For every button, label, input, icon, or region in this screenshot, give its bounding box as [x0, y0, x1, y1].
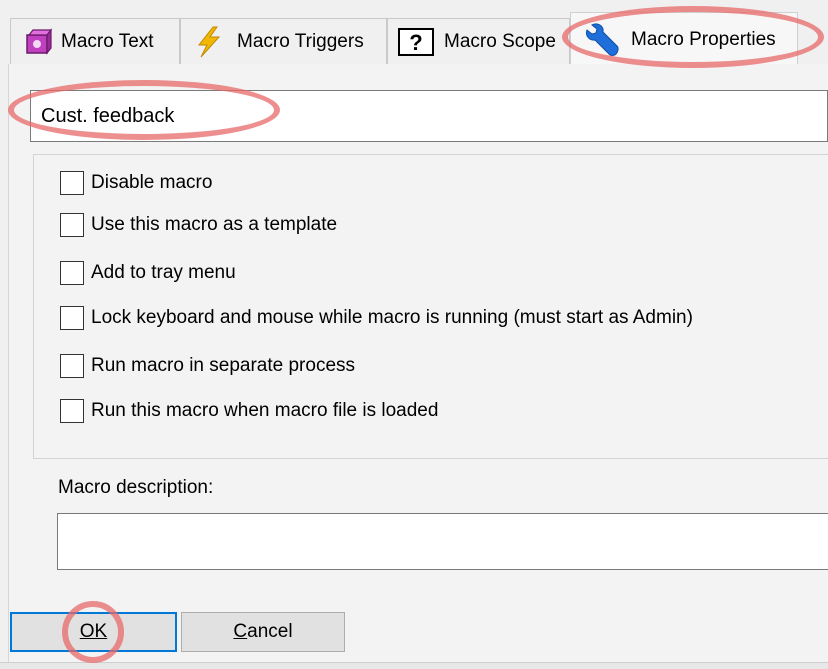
ok-button-label: OK	[79, 621, 108, 642]
option-run-when-loaded[interactable]: Run this macro when macro file is loaded	[60, 399, 438, 423]
checkbox[interactable]	[60, 306, 84, 330]
option-use-as-template[interactable]: Use this macro as a template	[60, 213, 337, 237]
option-add-to-tray-menu[interactable]: Add to tray menu	[60, 261, 236, 285]
tab-label: Macro Properties	[631, 28, 776, 50]
checkbox[interactable]	[60, 261, 84, 285]
tab-macro-scope[interactable]: ? Macro Scope	[387, 18, 570, 64]
option-run-separate-process[interactable]: Run macro in separate process	[60, 354, 355, 378]
wrench-icon	[583, 21, 621, 59]
macro-description-label: Macro description:	[58, 477, 214, 498]
question-icon: ?	[398, 27, 434, 56]
tab-bar: Macro Text Macro Triggers ? Macro Scope …	[0, 0, 828, 66]
option-lock-keyboard-mouse[interactable]: Lock keyboard and mouse while macro is r…	[60, 306, 693, 330]
macro-name-input[interactable]	[30, 90, 828, 142]
cancel-button-label: Cancel	[233, 621, 292, 643]
macro-text-icon	[23, 27, 53, 57]
tab-label: Macro Triggers	[237, 30, 364, 52]
checkbox-label: Lock keyboard and mouse while macro is r…	[91, 307, 693, 328]
svg-text:?: ?	[409, 30, 422, 55]
macro-description-input[interactable]	[57, 513, 828, 570]
checkbox-label: Run macro in separate process	[91, 355, 356, 376]
tab-label: Macro Text	[61, 30, 154, 52]
checkbox-label: Add to tray menu	[91, 262, 236, 283]
cancel-rest: ancel	[247, 621, 293, 642]
tab-macro-text[interactable]: Macro Text	[10, 18, 180, 64]
tab-label: Macro Scope	[444, 30, 556, 52]
checkbox[interactable]	[60, 354, 84, 378]
checkbox-label: Disable macro	[91, 172, 213, 193]
cancel-button[interactable]: Cancel	[181, 612, 345, 652]
ok-button[interactable]: OK	[10, 612, 177, 652]
checkbox[interactable]	[60, 171, 84, 195]
lightning-icon	[191, 25, 225, 59]
cancel-accel: C	[233, 621, 248, 642]
checkbox[interactable]	[60, 399, 84, 423]
tab-macro-triggers[interactable]: Macro Triggers	[180, 18, 387, 64]
option-disable-macro[interactable]: Disable macro	[60, 171, 212, 195]
checkbox-label: Use this macro as a template	[91, 214, 338, 235]
checkbox-label: Run this macro when macro file is loaded	[91, 400, 439, 421]
tab-macro-properties[interactable]: Macro Properties	[570, 12, 798, 66]
checkbox[interactable]	[60, 213, 84, 237]
